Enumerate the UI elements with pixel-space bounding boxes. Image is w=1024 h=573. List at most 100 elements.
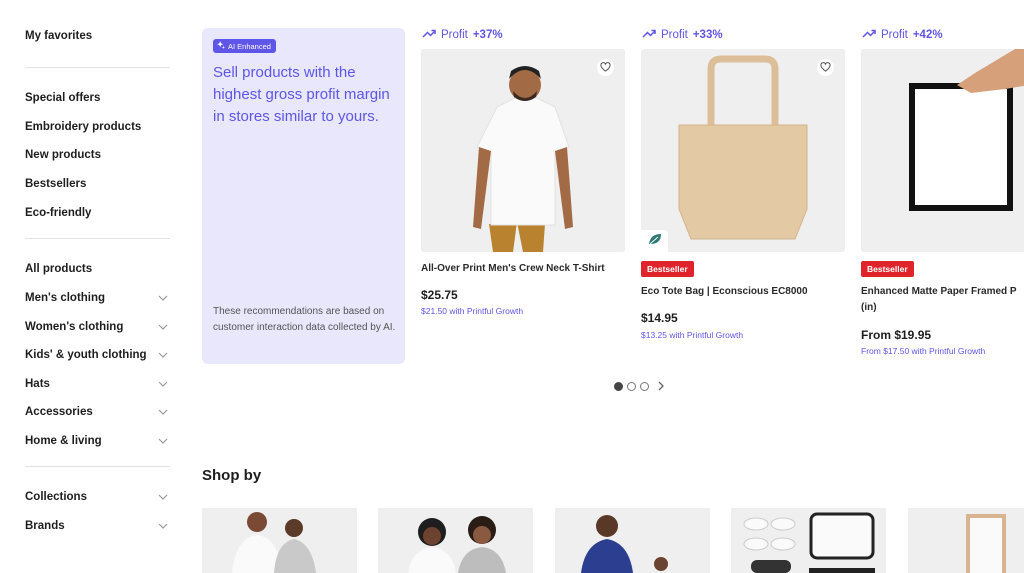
sidebar-divider xyxy=(25,67,170,68)
growth-price: From $17.50 with Printful Growth xyxy=(861,346,986,356)
shop-by-tile-accessories[interactable] xyxy=(731,508,886,573)
profit-label: Profit xyxy=(881,29,908,41)
profit-value: +33% xyxy=(692,29,723,41)
sidebar-item-label: Embroidery products xyxy=(25,121,142,133)
chevron-down-icon xyxy=(156,348,170,362)
heart-icon xyxy=(600,59,611,77)
sidebar-item-special-offers[interactable]: Special offers xyxy=(25,88,170,108)
shop-by-tile-home-living[interactable] xyxy=(908,508,1024,573)
shop-by-tile-men[interactable] xyxy=(202,508,357,573)
product-price: $25.75 xyxy=(421,288,458,302)
heart-icon xyxy=(820,59,831,77)
profit-indicator: Profit +33% xyxy=(642,28,723,42)
ai-badge-label: AI Enhanced xyxy=(228,41,271,51)
shop-by-tile-women[interactable] xyxy=(378,508,533,573)
sidebar-item-mens-clothing[interactable]: Men's clothing xyxy=(25,288,170,308)
sidebar-item-my-favorites[interactable]: My favorites xyxy=(25,26,170,46)
product-price: $14.95 xyxy=(641,311,678,325)
sidebar-item-womens-clothing[interactable]: Women's clothing xyxy=(25,317,170,337)
kids-category-illustration xyxy=(555,508,710,573)
chevron-down-icon xyxy=(156,405,170,419)
pagination-dot[interactable] xyxy=(614,381,623,391)
accessories-category-illustration xyxy=(731,508,886,573)
sidebar-item-label: Brands xyxy=(25,520,65,532)
chevron-down-icon xyxy=(156,320,170,334)
leaf-icon xyxy=(648,232,662,250)
chevron-down-icon xyxy=(156,519,170,533)
profit-indicator: Profit +42% xyxy=(862,28,943,42)
sidebar-item-label: Accessories xyxy=(25,406,93,418)
chevron-down-icon xyxy=(156,377,170,391)
product-name[interactable]: Eco Tote Bag | Econscious EC8000 xyxy=(641,284,847,300)
ai-recommendation-card: AI Enhanced Sell products with the highe… xyxy=(202,28,405,364)
sidebar-item-label: Bestsellers xyxy=(25,178,87,190)
sidebar-divider xyxy=(25,466,170,467)
sidebar-item-label: Women's clothing xyxy=(25,321,124,333)
sidebar-item-hats[interactable]: Hats xyxy=(25,374,170,394)
sidebar-item-collections[interactable]: Collections xyxy=(25,487,170,507)
sidebar-item-embroidery[interactable]: Embroidery products xyxy=(25,117,170,137)
sidebar-item-new-products[interactable]: New products xyxy=(25,145,170,165)
product-name[interactable]: Enhanced Matte Paper Framed P (in) xyxy=(861,284,1024,316)
profit-indicator: Profit +37% xyxy=(422,28,503,42)
sidebar-item-eco-friendly[interactable]: Eco-friendly xyxy=(25,203,170,223)
tshirt-model-illustration xyxy=(421,49,625,252)
product-image[interactable] xyxy=(641,49,845,252)
product-card-framed-print[interactable]: Profit +42% Bestseller Enhanced Matte Pa… xyxy=(861,28,1024,368)
women-category-illustration xyxy=(378,508,533,573)
sidebar-item-label: Special offers xyxy=(25,92,101,104)
product-card-tshirt[interactable]: Profit +37% All-Over Print Men's Crew Ne… xyxy=(421,28,625,368)
sidebar-item-label: Collections xyxy=(25,491,87,503)
sidebar-item-brands[interactable]: Brands xyxy=(25,516,170,536)
profit-value: +37% xyxy=(472,29,503,41)
profit-label: Profit xyxy=(441,29,468,41)
favorite-button[interactable] xyxy=(817,59,834,76)
sidebar-item-label: My favorites xyxy=(25,30,93,42)
shop-by-tile-kids[interactable] xyxy=(555,508,710,573)
trending-up-icon xyxy=(642,29,656,41)
profit-label: Profit xyxy=(661,29,688,41)
home-living-category-illustration xyxy=(908,508,1024,573)
sidebar-item-label: Men's clothing xyxy=(25,292,106,304)
profit-value: +42% xyxy=(912,29,943,41)
sidebar: My favorites Special offers Embroidery p… xyxy=(0,0,190,573)
sidebar-item-kids-clothing[interactable]: Kids' & youth clothing xyxy=(25,345,170,365)
sidebar-item-all-products[interactable]: All products xyxy=(25,259,170,279)
trending-up-icon xyxy=(862,29,876,41)
sidebar-item-bestsellers[interactable]: Bestsellers xyxy=(25,174,170,194)
sparkle-icon xyxy=(217,41,225,51)
sidebar-item-label: New products xyxy=(25,149,102,161)
sidebar-divider xyxy=(25,238,170,239)
pagination-dot[interactable] xyxy=(627,381,636,391)
tote-bag-illustration xyxy=(641,49,845,252)
sidebar-item-home-living[interactable]: Home & living xyxy=(25,431,170,451)
chevron-down-icon xyxy=(156,490,170,504)
trending-up-icon xyxy=(422,29,436,41)
chevron-down-icon xyxy=(156,434,170,448)
product-card-tote-bag[interactable]: Profit +33% Bestseller Eco Tote Bag | Ec… xyxy=(641,28,845,368)
ai-headline: Sell products with the highest gross pro… xyxy=(213,64,390,125)
favorite-button[interactable] xyxy=(597,59,614,76)
framed-print-illustration xyxy=(861,49,1024,252)
sidebar-item-label: Kids' & youth clothing xyxy=(25,349,147,361)
growth-price: $21.50 with Printful Growth xyxy=(421,306,524,316)
carousel-pagination xyxy=(614,381,666,391)
chevron-right-icon[interactable] xyxy=(656,381,666,391)
growth-price: $13.25 with Printful Growth xyxy=(641,330,744,340)
sidebar-item-label: Eco-friendly xyxy=(25,207,92,219)
sidebar-item-accessories[interactable]: Accessories xyxy=(25,402,170,422)
product-name[interactable]: All-Over Print Men's Crew Neck T-Shirt xyxy=(421,261,627,277)
ai-enhanced-badge: AI Enhanced xyxy=(213,39,276,53)
pagination-dot[interactable] xyxy=(640,381,649,391)
product-image[interactable] xyxy=(861,49,1024,252)
bestseller-badge: Bestseller xyxy=(641,261,694,277)
chevron-down-icon xyxy=(156,291,170,305)
sidebar-item-label: All products xyxy=(25,263,93,275)
sidebar-item-label: Hats xyxy=(25,378,50,390)
sidebar-item-label: Home & living xyxy=(25,435,102,447)
bestseller-badge: Bestseller xyxy=(861,261,914,277)
men-category-illustration xyxy=(202,508,357,573)
product-price: From $19.95 xyxy=(861,328,932,342)
product-image[interactable] xyxy=(421,49,625,252)
ai-disclaimer: These recommendations are based on custo… xyxy=(213,306,396,333)
